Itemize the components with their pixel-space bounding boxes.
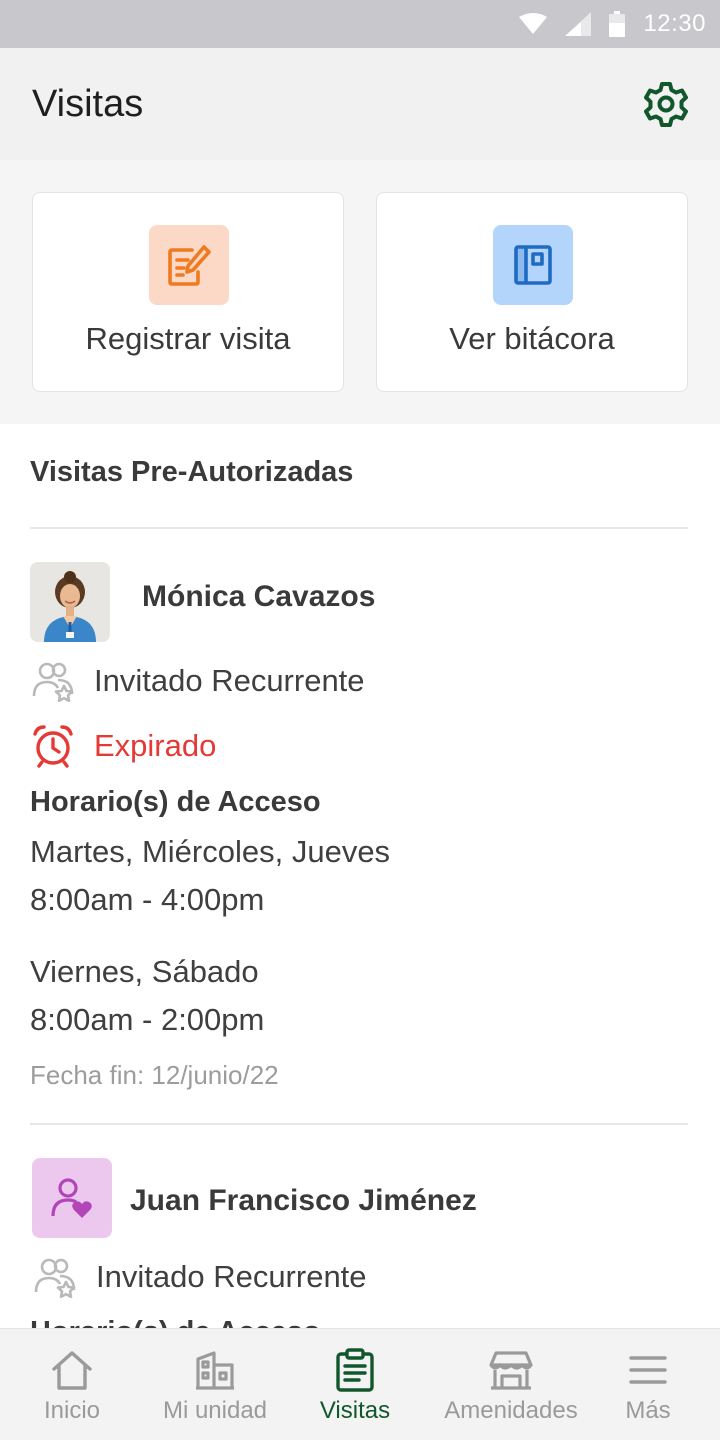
settings-gear-icon[interactable] [642,80,690,128]
visitor-type-row: Invitado Recurrente [30,660,365,702]
status-bar: 12:30 [0,0,720,48]
nav-item-inicio[interactable]: Inicio [22,1329,122,1440]
battery-icon [609,11,626,37]
visitor-status-row: Expirado [30,724,216,768]
wifi-icon [519,13,548,34]
nav-label: Inicio [43,1397,101,1424]
end-date: Fecha fin: 12/junio/22 [30,1060,279,1090]
edit-document-icon [149,225,229,305]
recurring-guest-icon [34,1258,76,1298]
divider [30,1123,688,1125]
access-schedule-title: Horario(s) de Acceso [30,1312,321,1328]
nav-label: Amenidades [444,1397,578,1424]
schedule-hours: 8:00am - 4:00pm [30,882,265,917]
building-icon [196,1351,234,1390]
visitor-type: Invitado Recurrente [94,663,365,698]
visitor-type: Invitado Recurrente [96,1259,367,1294]
nav-label: Mi unidad [162,1397,268,1424]
nav-item-amenidades[interactable]: Amenidades [436,1329,586,1440]
home-icon [52,1351,92,1390]
visitor-type-row: Invitado Recurrente [32,1256,367,1298]
view-logbook-label: Ver bitácora [449,321,615,356]
register-visit-label: Registrar visita [85,321,291,356]
nav-item-mi-unidad[interactable]: Mi unidad [152,1329,278,1440]
nav-item-mas[interactable]: Más [604,1329,692,1440]
divider [30,527,688,529]
nav-item-visitas[interactable]: Visitas [305,1329,405,1440]
bottom-navigation: Inicio Mi unidad Visitas Amenidades Más [0,1328,720,1440]
nav-label: Más [625,1397,671,1424]
visitor-name[interactable]: Mónica Cavazos [142,580,375,614]
quick-actions: Registrar visita Ver bitácora [0,160,720,424]
logbook-icon [493,225,573,305]
visitor-avatar [30,562,110,642]
recurring-guest-icon [32,662,74,702]
schedule-days: Martes, Miércoles, Jueves [30,834,391,869]
section-title: Visitas Pre-Autorizadas [30,456,354,488]
status-time: 12:30 [643,10,706,37]
clipboard-icon [336,1348,374,1392]
store-icon [489,1351,533,1390]
app-bar: Visitas [0,48,720,160]
signal-icon [565,12,592,36]
nav-label: Visitas [319,1397,391,1424]
menu-icon [629,1356,667,1384]
access-schedule-title: Horario(s) de Acceso [30,786,321,818]
schedule-hours: 8:00am - 2:00pm [30,1002,265,1037]
visitor-name[interactable]: Juan Francisco Jiménez [130,1184,477,1218]
user-heart-icon [51,1178,92,1218]
page-title: Visitas [32,83,144,125]
schedule-days: Viernes, Sábado [30,954,259,989]
view-logbook-button[interactable]: Ver bitácora [376,192,688,392]
alarm-clock-icon [33,725,73,768]
register-visit-button[interactable]: Registrar visita [32,192,344,392]
visitor-avatar-generic [32,1158,112,1238]
visitor-status-expired: Expirado [94,728,217,763]
